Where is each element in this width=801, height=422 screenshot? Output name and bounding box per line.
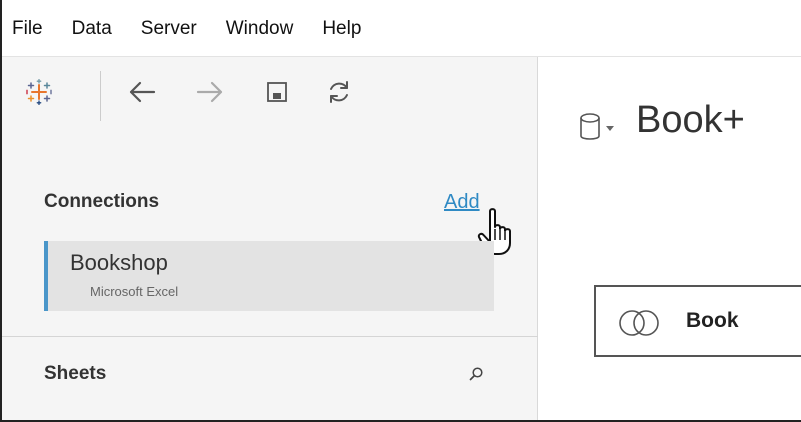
save-icon[interactable] xyxy=(260,75,294,109)
pane-divider xyxy=(2,336,538,337)
toolbar-divider xyxy=(100,71,101,121)
connection-item[interactable]: Bookshop Microsoft Excel xyxy=(44,241,494,311)
join-circles-icon xyxy=(614,309,670,337)
menu-server[interactable]: Server xyxy=(141,0,197,57)
menu-help[interactable]: Help xyxy=(322,0,361,57)
forward-arrow-icon[interactable] xyxy=(193,75,227,109)
menu-data[interactable]: Data xyxy=(72,0,112,57)
toolbar xyxy=(2,57,538,135)
add-connection-link[interactable]: Add xyxy=(444,191,480,214)
table-name: Book xyxy=(686,309,739,332)
connection-name: Bookshop xyxy=(70,250,168,275)
data-source-left-pane: Connections Add Bookshop Microsoft Excel… xyxy=(2,57,538,420)
connections-heading: Connections xyxy=(44,191,160,212)
search-icon[interactable] xyxy=(468,366,484,382)
data-source-canvas: Book+ Book xyxy=(539,57,801,420)
database-cylinder-icon[interactable] xyxy=(579,112,601,142)
datasource-title[interactable]: Book+ xyxy=(636,99,745,142)
table-card[interactable]: Book xyxy=(594,285,801,357)
menu-window[interactable]: Window xyxy=(226,0,294,57)
connection-type: Microsoft Excel xyxy=(90,284,179,299)
sheets-heading: Sheets xyxy=(44,363,107,384)
menu-bar: File Data Server Window Help xyxy=(2,0,801,57)
menu-file[interactable]: File xyxy=(12,0,43,57)
refresh-icon[interactable] xyxy=(322,75,356,109)
back-arrow-icon[interactable] xyxy=(125,75,159,109)
chevron-down-icon[interactable] xyxy=(606,119,614,131)
tableau-logo-icon[interactable] xyxy=(26,78,52,106)
